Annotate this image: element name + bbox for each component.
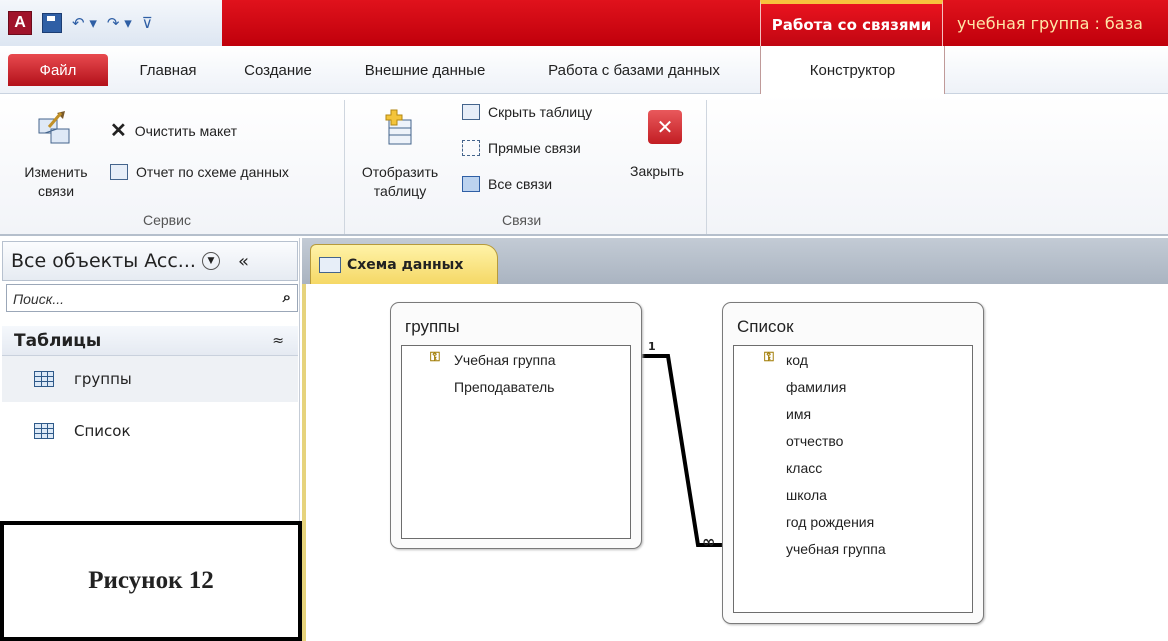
field-item[interactable]: Преподаватель [454, 379, 554, 395]
field-item[interactable]: год рождения [786, 514, 874, 530]
relationship-one-label: 1 [648, 340, 656, 353]
field-list: ⚿ код фамилия имя отчество класс школа г… [733, 345, 973, 613]
relationship-many-label: ∞ [702, 532, 716, 551]
field-item[interactable]: Учебная группа [454, 352, 556, 368]
field-item[interactable]: код [786, 352, 808, 368]
field-item[interactable]: отчество [786, 433, 843, 449]
field-item[interactable]: фамилия [786, 379, 846, 395]
field-item[interactable]: имя [786, 406, 811, 422]
field-item[interactable]: класс [786, 460, 822, 476]
primary-key-icon: ⚿ [764, 350, 774, 365]
field-item[interactable]: учебная группа [786, 541, 886, 557]
primary-key-icon: ⚿ [430, 350, 440, 365]
field-item[interactable]: школа [786, 487, 827, 503]
table-box-title: группы [405, 317, 460, 336]
field-list: ⚿ Учебная группа Преподаватель [401, 345, 631, 539]
table-box-title: Список [737, 317, 794, 336]
table-box-groups[interactable]: группы ⚿ Учебная группа Преподаватель [390, 302, 642, 549]
table-box-list[interactable]: Список ⚿ код фамилия имя отчество класс … [722, 302, 984, 624]
